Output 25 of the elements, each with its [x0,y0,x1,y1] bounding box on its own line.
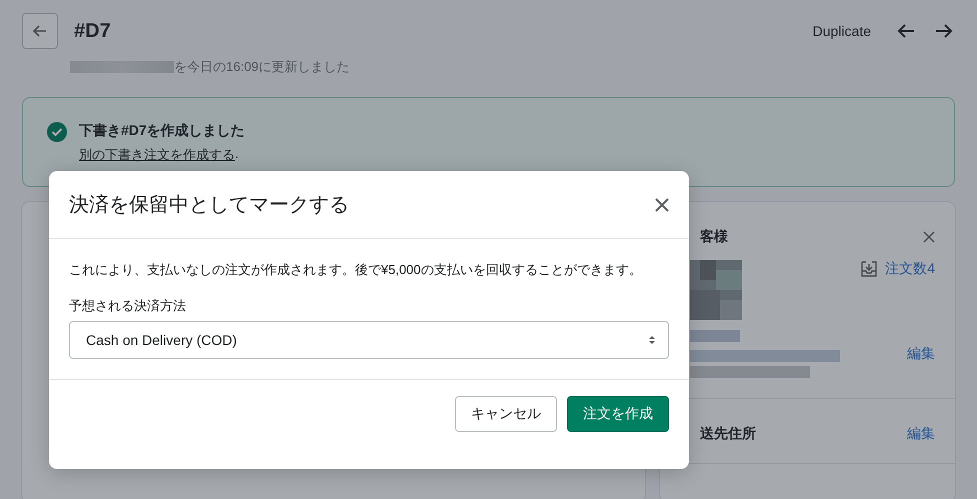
close-icon[interactable] [923,231,935,243]
duplicate-button[interactable]: Duplicate [804,23,879,39]
create-order-button[interactable]: 注文を作成 [567,396,669,432]
back-arrow-icon [32,23,48,39]
modal-description: これにより、支払いなしの注文が作成されます。後で¥5,000の支払いを回収することができます。 [69,261,643,279]
order-count-link[interactable]: 注文数4 [861,260,935,278]
select-caret-icon [648,334,656,346]
field-label: 予想される決済方法 [69,297,187,315]
payment-method-select[interactable]: Cash on Delivery (COD) [69,321,669,359]
order-title: #D7 [74,20,112,42]
check-circle-icon [47,122,67,142]
back-button[interactable] [22,13,58,49]
inbox-icon [861,261,878,277]
modal-title: 決済を保留中としてマークする [69,193,349,218]
edit-link[interactable]: 編集 [907,425,935,443]
period-text: . [235,146,239,163]
close-icon[interactable] [655,198,669,212]
new-draft-link[interactable]: 別の下書き注文を作成する [79,146,235,164]
shipping-heading: 送先住所 [700,425,756,443]
edit-link[interactable]: 編集 [907,345,935,363]
banner-title: 下書き#D7を作成しました [79,122,245,140]
customer-heading: 客様 [700,228,728,246]
cancel-button[interactable]: キャンセル [455,396,557,432]
blurred-name [690,330,740,342]
updated-text: を今日の16:09に更新しました [174,58,350,76]
